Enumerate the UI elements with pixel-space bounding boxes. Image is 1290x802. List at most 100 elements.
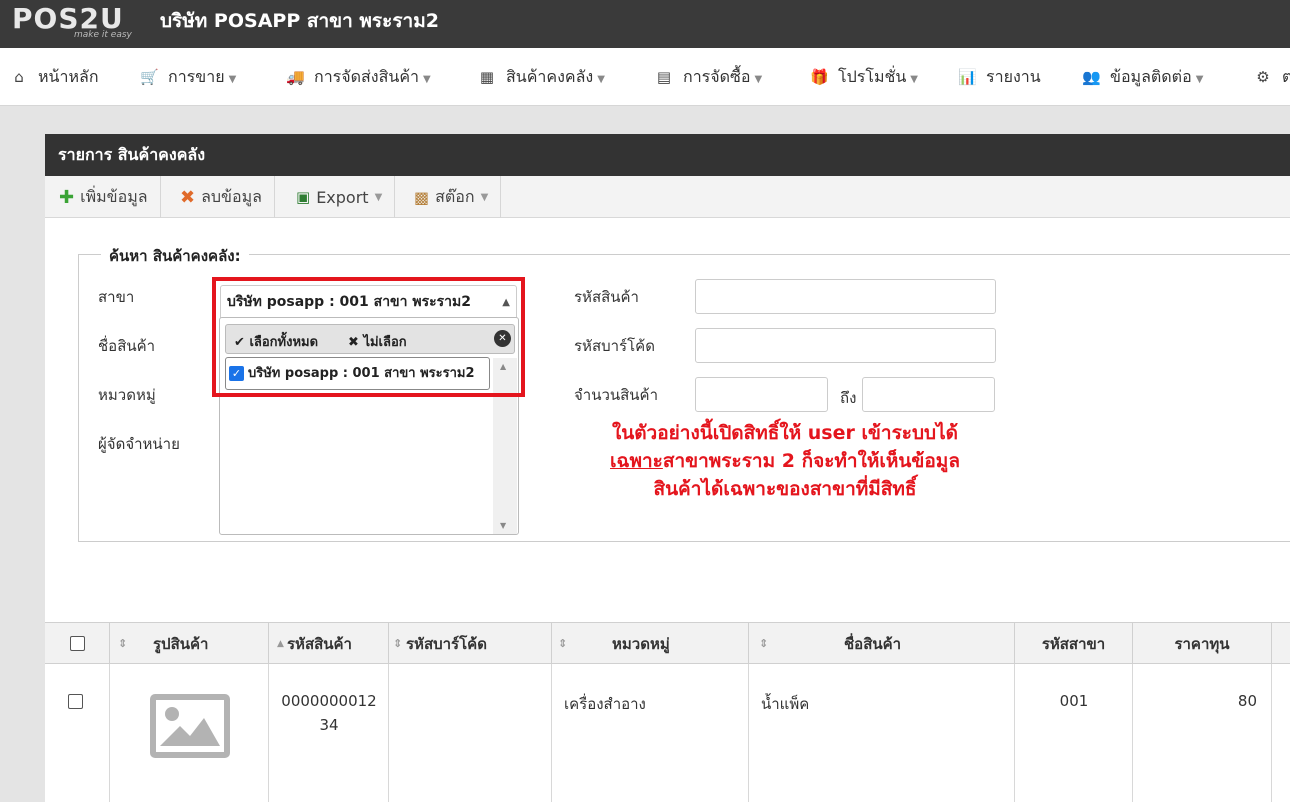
header-product-name[interactable]: ⇕ ชื่อสินค้า <box>749 623 1015 664</box>
annotation-note: ในตัวอย่างนี้เปิดสิทธิ์ให้ user เข้าระบบ… <box>560 419 1010 503</box>
highlight-box <box>212 277 525 397</box>
nav-item-home[interactable]: ⌂ หน้าหลัก <box>10 48 99 106</box>
category-value: เครื่องสำอาง <box>564 695 646 713</box>
table-header: ⇕ รูปสินค้า ▲ รหัสสินค้า ⇕ รหัสบาร์โค้ด … <box>45 622 1290 664</box>
stock-button[interactable]: ▩ สต๊อก ▼ <box>402 176 502 218</box>
cell-product-name: น้ำแพ็ค <box>749 664 1015 802</box>
note-line-2: เฉพาะสาขาพระราม 2 ก็จะทำให้เห็นข้อมูล <box>560 447 1010 475</box>
header-product-code[interactable]: ▲ รหัสสินค้า <box>269 623 389 664</box>
select-all-column <box>45 623 110 664</box>
product-name-value: น้ำแพ็ค <box>761 695 810 713</box>
category-label: หมวดหมู่ <box>98 386 156 404</box>
picture-icon <box>160 707 220 746</box>
header-image[interactable]: ⇕ รูปสินค้า <box>110 623 269 664</box>
users-icon: 👥 <box>1082 68 1101 86</box>
row-checkbox[interactable] <box>68 694 83 709</box>
sort-asc-icon: ▲ <box>277 638 284 649</box>
cell-product-code: 0000000012 34 <box>269 664 389 802</box>
header-label: ราคาทุน <box>1174 634 1230 653</box>
header-branch-code[interactable]: รหัสสาขา <box>1015 623 1133 664</box>
quantity-label: จำนวนสินค้า <box>574 386 659 404</box>
note-line-3: สินค้าได้เฉพาะของสาขาที่มีสิทธิ์ <box>653 478 917 500</box>
select-all-checkbox[interactable] <box>69 636 85 651</box>
inventory-panel: รายการ สินค้าคงคลัง ✚ เพิ่มข้อมูล ✖ ลบข้… <box>45 134 1290 802</box>
nav-item-promotion[interactable]: 🎁 โปรโมชั่น ▼ <box>810 48 918 106</box>
home-icon: ⌂ <box>14 68 24 86</box>
barcode-input[interactable] <box>695 328 996 363</box>
cell-cost: 80 <box>1133 664 1272 802</box>
caret-down-icon: ▼ <box>910 73 918 85</box>
export-label: Export <box>316 187 369 207</box>
branch-code-value: 001 <box>1059 692 1089 710</box>
product-code-line-2: 34 <box>319 716 339 734</box>
nav-item-purchasing[interactable]: ▤ การจัดซื้อ ▼ <box>655 48 762 106</box>
main-nav: ⌂ หน้าหลัก 🛒 การขาย ▼ 🚚 การจัดส่งสินค้า … <box>0 48 1290 106</box>
nav-item-report[interactable]: 📊 รายงาน <box>958 48 1041 106</box>
nav-label: การจัดซื้อ <box>683 66 751 86</box>
add-button[interactable]: ✚ เพิ่มข้อมูล <box>45 176 161 218</box>
cell-image <box>110 664 269 802</box>
sort-icon: ⇕ <box>558 637 568 650</box>
nav-label: การขาย <box>168 66 225 86</box>
nav-item-inventory[interactable]: ▦ สินค้าคงคลัง ▼ <box>478 48 605 106</box>
header-barcode[interactable]: ⇕ รหัสบาร์โค้ด <box>389 623 552 664</box>
caret-down-icon: ▼ <box>480 191 489 203</box>
gear-icon: ⚙ <box>1256 68 1270 86</box>
nav-item-settings[interactable]: ⚙ ต <box>1254 48 1290 106</box>
cubes-icon: ▦ <box>479 68 495 86</box>
close-icon: ✖ <box>180 186 196 208</box>
sort-icon: ⇕ <box>118 637 128 650</box>
nav-item-sales[interactable]: 🛒 การขาย ▼ <box>140 48 236 106</box>
cell-category: เครื่องสำอาง <box>552 664 749 802</box>
supplier-label: ผู้จัดจำหน่าย <box>98 435 180 453</box>
delete-label: ลบข้อมูล <box>201 186 262 206</box>
nav-label: ข้อมูลติดต่อ <box>1110 66 1192 86</box>
quantity-from-input[interactable] <box>695 377 828 412</box>
document-icon: ▤ <box>656 68 672 86</box>
stock-label: สต๊อก <box>435 186 475 206</box>
panel-title: รายการ สินค้าคงคลัง <box>45 134 1290 176</box>
logo-tagline: make it easy <box>74 30 132 40</box>
header-category[interactable]: ⇕ หมวดหมู่ <box>552 623 749 664</box>
company-title: บริษัท POSAPP สาขา พระราม2 <box>160 10 439 32</box>
nav-item-contacts[interactable]: 👥 ข้อมูลติดต่อ ▼ <box>1082 48 1203 106</box>
add-label: เพิ่มข้อมูล <box>80 186 148 206</box>
box-icon: ▩ <box>414 187 430 207</box>
logo[interactable]: POS2U make it easy <box>12 2 138 42</box>
product-code-input[interactable] <box>695 279 996 314</box>
caret-down-icon: ▼ <box>754 73 763 85</box>
nav-label: หน้าหลัก <box>38 66 99 86</box>
nav-label: สินค้าคงคลัง <box>506 66 594 86</box>
header-cost[interactable]: ราคาทุน <box>1133 623 1272 664</box>
header-label: รหัสสินค้า <box>287 634 352 653</box>
export-button[interactable]: ▣ Export ▼ <box>284 176 396 218</box>
scroll-down-icon[interactable]: ▼ <box>500 521 506 530</box>
quantity-to-input[interactable] <box>862 377 995 412</box>
product-name-label: ชื่อสินค้า <box>98 337 156 355</box>
row-select-cell <box>45 664 110 802</box>
bar-chart-icon: 📊 <box>958 68 977 86</box>
header-label: รูปสินค้า <box>153 634 209 653</box>
cell-branch-code: 001 <box>1015 664 1133 802</box>
toolbar: ✚ เพิ่มข้อมูล ✖ ลบข้อมูล ▣ Export ▼ ▩ สต… <box>45 176 1290 218</box>
nav-label: โปรโมชั่น <box>838 66 907 86</box>
gift-icon: 🎁 <box>810 68 829 86</box>
truck-icon: 🚚 <box>286 68 305 86</box>
note-line-1: ในตัวอย่างนี้เปิดสิทธิ์ให้ user เข้าระบบ… <box>611 422 959 444</box>
table-row[interactable]: 0000000012 34 เครื่องสำอาง น้ำแพ็ค 001 8… <box>45 664 1290 802</box>
header-label: ชื่อสินค้า <box>844 634 902 653</box>
caret-down-icon: ▼ <box>228 73 237 85</box>
caret-down-icon: ▼ <box>1195 73 1204 85</box>
delete-button[interactable]: ✖ ลบข้อมูล <box>168 176 275 218</box>
caret-down-icon: ▼ <box>374 191 383 203</box>
caret-down-icon: ▼ <box>597 73 605 85</box>
product-code-line-1: 0000000012 <box>281 692 377 710</box>
note-underlined: เฉพาะ <box>610 450 663 472</box>
branch-label: สาขา <box>98 288 135 306</box>
cart-icon: 🛒 <box>140 68 159 86</box>
note-line-2-rest: สาขาพระราม 2 ก็จะทำให้เห็นข้อมูล <box>662 450 960 472</box>
header-label: รหัสบาร์โค้ด <box>406 634 487 653</box>
nav-item-delivery[interactable]: 🚚 การจัดส่งสินค้า ▼ <box>286 48 431 106</box>
to-label: ถึง <box>840 389 857 407</box>
product-code-label: รหัสสินค้า <box>574 288 639 306</box>
